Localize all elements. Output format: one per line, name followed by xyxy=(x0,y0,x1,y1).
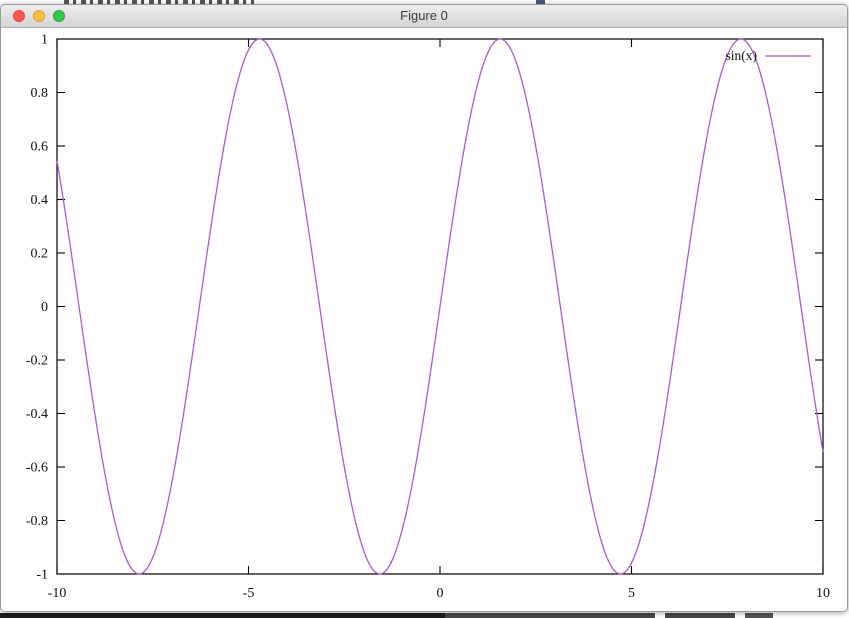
x-tick-label: -5 xyxy=(243,586,255,601)
sin-plot: -10 -5 0 5 10 1 0.8 0.6 0.4 0.2 0 -0.2 -0.4 -0.6 -0.8 -… xyxy=(1,28,848,612)
background-artifact-bottom xyxy=(445,613,655,618)
y-tick-label: 1 xyxy=(41,33,48,48)
window-title: Figure 0 xyxy=(1,5,847,27)
y-tick-label: -0.2 xyxy=(26,354,48,369)
background-artifact-bottom xyxy=(0,613,445,618)
background-artifact-bottom xyxy=(745,613,773,618)
legend-label: sin(x) xyxy=(726,48,758,63)
window-titlebar[interactable]: Figure 0 xyxy=(1,5,847,28)
y-tick-label: -0.6 xyxy=(26,461,48,476)
x-tick-label: 5 xyxy=(628,586,635,601)
y-tick-label: 0 xyxy=(41,300,48,315)
y-tick-label: -0.4 xyxy=(26,407,48,422)
zoom-button[interactable] xyxy=(53,10,65,22)
traffic-lights xyxy=(13,10,65,22)
y-tick-label: 0.4 xyxy=(31,193,49,208)
y-tick-label: 0.2 xyxy=(31,247,49,262)
sin-curve xyxy=(57,39,823,574)
x-tick-label: -10 xyxy=(48,586,67,601)
minimize-button[interactable] xyxy=(33,10,45,22)
gnuplot-window: Figure 0 -10 -5 0 5 10 1 0.8 0.6 0.4 0.2 0 -0.2 -0.4… xyxy=(0,4,848,612)
y-tick-label: 0.6 xyxy=(31,140,49,155)
x-tick-label: 0 xyxy=(437,586,444,601)
background-artifact-bottom xyxy=(665,613,735,618)
y-tick-label: -1 xyxy=(36,568,48,583)
y-tick-label: -0.8 xyxy=(26,514,48,529)
close-button[interactable] xyxy=(13,10,25,22)
y-tick-label: 0.8 xyxy=(31,86,49,101)
x-tick-label: 10 xyxy=(816,586,830,601)
plot-canvas: -10 -5 0 5 10 1 0.8 0.6 0.4 0.2 0 -0.2 -0.4 -0.6 -0.8 -… xyxy=(1,28,847,611)
desktop: { "window": { "title": "Figure 0", "cont… xyxy=(0,0,849,618)
